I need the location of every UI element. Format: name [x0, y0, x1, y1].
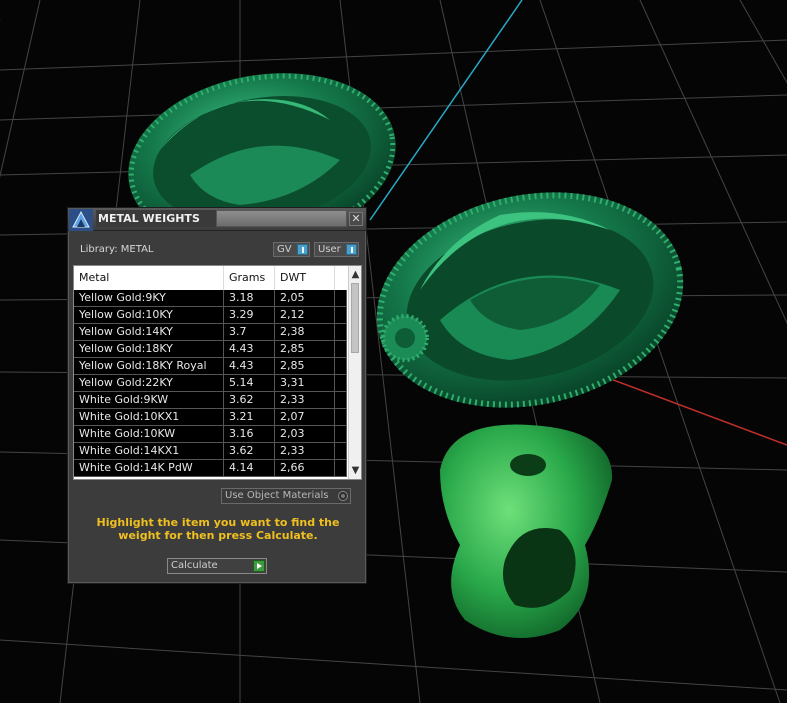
- scroll-thumb[interactable]: [351, 283, 359, 353]
- table-row[interactable]: Yellow Gold:14KY 3.7 2,38: [74, 324, 347, 341]
- cell-metal: Yellow Gold:14KY: [74, 324, 224, 340]
- metal-weights-dialog: METAL WEIGHTS ✕ Library: METAL GV User M…: [67, 207, 367, 584]
- cell-empty: [335, 443, 347, 459]
- table-row[interactable]: White Gold:10KW 3.16 2,03: [74, 426, 347, 443]
- cell-grams: 5.14: [224, 375, 275, 391]
- gv-toggle[interactable]: GV: [273, 242, 310, 257]
- cell-dwt: 3,31: [275, 375, 335, 391]
- table-row[interactable]: Yellow Gold:10KY 3.29 2,12: [74, 307, 347, 324]
- cell-empty: [335, 307, 347, 323]
- cell-metal: Yellow Gold:18KY: [74, 341, 224, 357]
- cell-metal: White Gold:9KW: [74, 392, 224, 408]
- table-row[interactable]: White Gold:10KX1 3.21 2,07: [74, 409, 347, 426]
- table-row[interactable]: Yellow Gold:18KY 4.43 2,85: [74, 341, 347, 358]
- titlebar-drag-area[interactable]: [216, 210, 347, 227]
- cell-metal: Yellow Gold:10KY: [74, 307, 224, 323]
- cell-grams: 3.7: [224, 324, 275, 340]
- cell-empty: [335, 392, 347, 408]
- user-toggle-label: User: [318, 244, 341, 255]
- table-scrollbar[interactable]: ▲ ▼: [348, 266, 361, 479]
- cell-grams: 3.62: [224, 443, 275, 459]
- table-rows: Yellow Gold:9KY 3.18 2,05 Yellow Gold:10KY 3…: [74, 290, 347, 477]
- cell-empty: [335, 375, 347, 391]
- column-header-grams[interactable]: Grams: [224, 266, 275, 290]
- cell-metal: White Gold:10KX1: [74, 409, 224, 425]
- table-row[interactable]: Yellow Gold:18KY Royal 4.43 2,85: [74, 358, 347, 375]
- cell-grams: 4.14: [224, 460, 275, 476]
- column-header-dwt[interactable]: DWT: [275, 266, 335, 290]
- cell-grams: 3.21: [224, 409, 275, 425]
- close-button[interactable]: ✕: [349, 212, 363, 226]
- column-header-metal[interactable]: Metal: [74, 266, 224, 290]
- cell-grams: 4.43: [224, 358, 275, 374]
- cell-dwt: 2,03: [275, 426, 335, 442]
- cell-grams: 3.62: [224, 392, 275, 408]
- play-icon: [253, 560, 265, 572]
- table-row[interactable]: Yellow Gold:9KY 3.18 2,05: [74, 290, 347, 307]
- scroll-up-arrow-icon[interactable]: ▲: [349, 268, 361, 281]
- cell-dwt: 2,07: [275, 409, 335, 425]
- ring-shank: [440, 424, 613, 638]
- cell-empty: [335, 358, 347, 374]
- cell-empty: [335, 460, 347, 476]
- table-row[interactable]: White Gold:9KW 3.62 2,33: [74, 392, 347, 409]
- app-logo-icon: [69, 209, 93, 231]
- cell-metal: White Gold:14K PdW: [74, 460, 224, 476]
- user-toggle[interactable]: User: [314, 242, 359, 257]
- cell-dwt: 2,66: [275, 460, 335, 476]
- cell-grams: 3.16: [224, 426, 275, 442]
- use-object-materials-label: Use Object Materials: [225, 490, 329, 501]
- cell-metal: Yellow Gold:18KY Royal: [74, 358, 224, 374]
- cell-metal: Yellow Gold:22KY: [74, 375, 224, 391]
- cell-grams: 3.18: [224, 290, 275, 306]
- calculate-button[interactable]: Calculate: [167, 558, 267, 574]
- table-row[interactable]: White Gold:14KX1 3.62 2,33: [74, 443, 347, 460]
- cell-dwt: 2,85: [275, 341, 335, 357]
- gv-toggle-label: GV: [277, 244, 292, 255]
- cell-metal: White Gold:10KW: [74, 426, 224, 442]
- library-label: Library: METAL: [80, 244, 154, 255]
- cell-metal: White Gold:14KX1: [74, 443, 224, 459]
- gv-toggle-switch-icon: [297, 244, 308, 255]
- dialog-title: METAL WEIGHTS: [96, 210, 216, 227]
- axis-line-blue: [369, 0, 523, 221]
- cell-metal: Yellow Gold:9KY: [74, 290, 224, 306]
- cell-dwt: 2,33: [275, 392, 335, 408]
- cell-dwt: 2,85: [275, 358, 335, 374]
- cell-grams: 3.29: [224, 307, 275, 323]
- cell-empty: [335, 426, 347, 442]
- radio-button-icon[interactable]: [338, 491, 348, 501]
- instructions-text: Highlight the item you want to find the …: [96, 516, 340, 542]
- table-row[interactable]: White Gold:14K PdW 4.14 2,66: [74, 460, 347, 477]
- table-row[interactable]: Yellow Gold:22KY 5.14 3,31: [74, 375, 347, 392]
- metal-table: Metal Grams DWT Yellow Gold:9KY 3.18 2,05 Y…: [73, 265, 362, 480]
- cell-empty: [335, 324, 347, 340]
- cell-empty: [335, 290, 347, 306]
- user-toggle-switch-icon: [346, 244, 357, 255]
- cell-empty: [335, 341, 347, 357]
- cell-grams: 4.43: [224, 341, 275, 357]
- cell-dwt: 2,12: [275, 307, 335, 323]
- cell-dwt: 2,33: [275, 443, 335, 459]
- dialog-titlebar[interactable]: METAL WEIGHTS ✕: [68, 208, 366, 231]
- cell-empty: [335, 409, 347, 425]
- use-object-materials-option[interactable]: Use Object Materials: [221, 488, 351, 504]
- cell-dwt: 2,05: [275, 290, 335, 306]
- table-header: Metal Grams DWT: [74, 266, 347, 290]
- scroll-down-arrow-icon[interactable]: ▼: [349, 464, 361, 477]
- calculate-button-label: Calculate: [171, 560, 218, 571]
- cell-dwt: 2,38: [275, 324, 335, 340]
